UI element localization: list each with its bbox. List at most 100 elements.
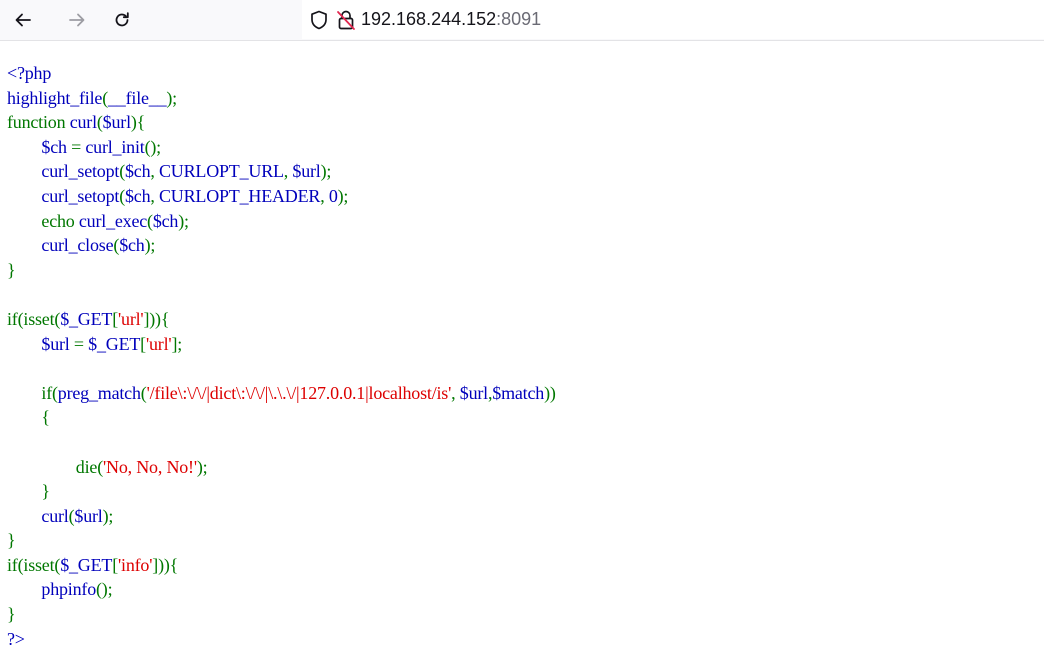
code-token: $match <box>492 382 545 403</box>
code-token: (); <box>144 136 162 157</box>
code-line: highlight_file(__file__); <box>7 86 556 111</box>
code-token: = <box>71 136 86 157</box>
code-line: $ch = curl_init(); <box>7 135 556 160</box>
code-token: , <box>320 185 329 206</box>
browser-toolbar: 192.168.244.152:8091 <box>0 0 1044 41</box>
code-token: curl <box>41 505 69 526</box>
forward-button[interactable] <box>63 6 91 34</box>
code-token: $_GET <box>60 308 113 329</box>
code-token: if(isset( <box>7 308 61 329</box>
code-token: ); <box>144 235 156 256</box>
code-token: $url <box>102 112 131 133</box>
arrow-right-icon <box>69 13 85 27</box>
reload-button[interactable] <box>108 6 136 34</box>
code-line: curl($url); <box>7 504 556 529</box>
code-token: } <box>7 259 16 280</box>
code-line: } <box>7 258 556 283</box>
url-text[interactable]: 192.168.244.152:8091 <box>361 9 541 29</box>
code-line: } <box>7 602 556 627</box>
code-token: <?php <box>7 63 52 83</box>
code-token: if(isset( <box>7 554 61 575</box>
code-token: ]; <box>171 333 183 354</box>
arrow-left-icon <box>15 13 31 27</box>
code-token: } <box>7 530 16 551</box>
code-line: $url = $_GET['url']; <box>7 332 556 357</box>
code-line: } <box>7 479 556 504</box>
code-token: function <box>7 112 70 133</box>
code-token: CURLOPT_HEADER <box>158 185 321 206</box>
code-token: $ch <box>124 185 151 206</box>
code-token: { <box>7 407 50 428</box>
insecure-lock-icon[interactable] <box>336 9 356 31</box>
code-token: curl_setopt <box>41 185 120 206</box>
code-token: $ch <box>124 161 151 182</box>
code-token: if( <box>7 382 58 403</box>
code-token: ])){ <box>143 308 170 329</box>
back-button[interactable] <box>9 6 37 34</box>
code-token: curl_exec <box>78 210 148 231</box>
code-token: curl_setopt <box>41 161 120 182</box>
url-port: :8091 <box>496 9 542 29</box>
code-token: , <box>150 161 159 182</box>
code-token: '/file\:\/\/|dict\:\/\/|\.\.\/|127.0.0.1… <box>146 382 452 403</box>
code-line: phpinfo(); <box>7 577 556 602</box>
code-token: , <box>150 185 159 206</box>
code-line: ?> <box>7 627 556 651</box>
code-token: $_GET <box>88 333 141 354</box>
code-token: highlight_file <box>7 87 103 108</box>
code-token: 'info' <box>117 554 153 575</box>
code-line: { <box>7 405 556 430</box>
code-token: (); <box>96 579 113 600</box>
code-token: $url <box>292 161 321 182</box>
code-line: if(preg_match('/file\:\/\/|dict\:\/\/|\.… <box>7 381 556 406</box>
code-line: curl_close($ch); <box>7 233 556 258</box>
php-source-code: <?php highlight_file(__file__); function c… <box>7 61 556 651</box>
code-line: <?php <box>7 61 556 86</box>
code-token: $url <box>459 382 488 403</box>
code-token: 'url' <box>117 308 144 329</box>
code-token: 0 <box>328 185 338 206</box>
code-line: } <box>7 528 556 553</box>
code-token: $ch <box>152 210 179 231</box>
address-bar[interactable]: 192.168.244.152:8091 <box>302 0 1044 39</box>
code-token: $_GET <box>60 554 113 575</box>
code-token: ); <box>178 210 189 231</box>
code-line: if(isset($_GET['url'])){ <box>7 307 556 332</box>
code-token: $ch <box>119 235 145 256</box>
code-token: curl_close <box>41 235 114 256</box>
code-token: , <box>451 382 460 403</box>
code-token: ){ <box>130 112 146 133</box>
code-token: $url <box>41 333 74 354</box>
code-line: echo curl_exec($ch); <box>7 209 556 234</box>
code-token: curl_init <box>85 136 145 157</box>
code-line: function curl($url){ <box>7 110 556 135</box>
code-token: echo <box>7 210 79 231</box>
code-token: 'url' <box>145 333 172 354</box>
code-token: ); <box>166 87 177 108</box>
code-token: )) <box>544 382 556 403</box>
code-token: CURLOPT_URL <box>158 161 284 182</box>
code-line: die('No, No, No!'); <box>7 455 556 480</box>
shield-icon[interactable] <box>310 10 328 30</box>
url-host: 192.168.244.152 <box>361 9 497 29</box>
code-token: die( <box>7 456 103 477</box>
code-line: if(isset($_GET['info'])){ <box>7 553 556 578</box>
code-token: 'No, No, No!' <box>103 456 197 477</box>
code-token: preg_match <box>57 382 141 403</box>
code-token: } <box>7 604 16 625</box>
code-token: } <box>7 481 50 502</box>
code-line: curl_setopt($ch, CURLOPT_HEADER, 0); <box>7 184 556 209</box>
code-token: curl <box>69 112 97 133</box>
code-token: ); <box>196 456 208 477</box>
code-token: $url <box>74 505 103 526</box>
code-token: ])){ <box>152 554 179 575</box>
